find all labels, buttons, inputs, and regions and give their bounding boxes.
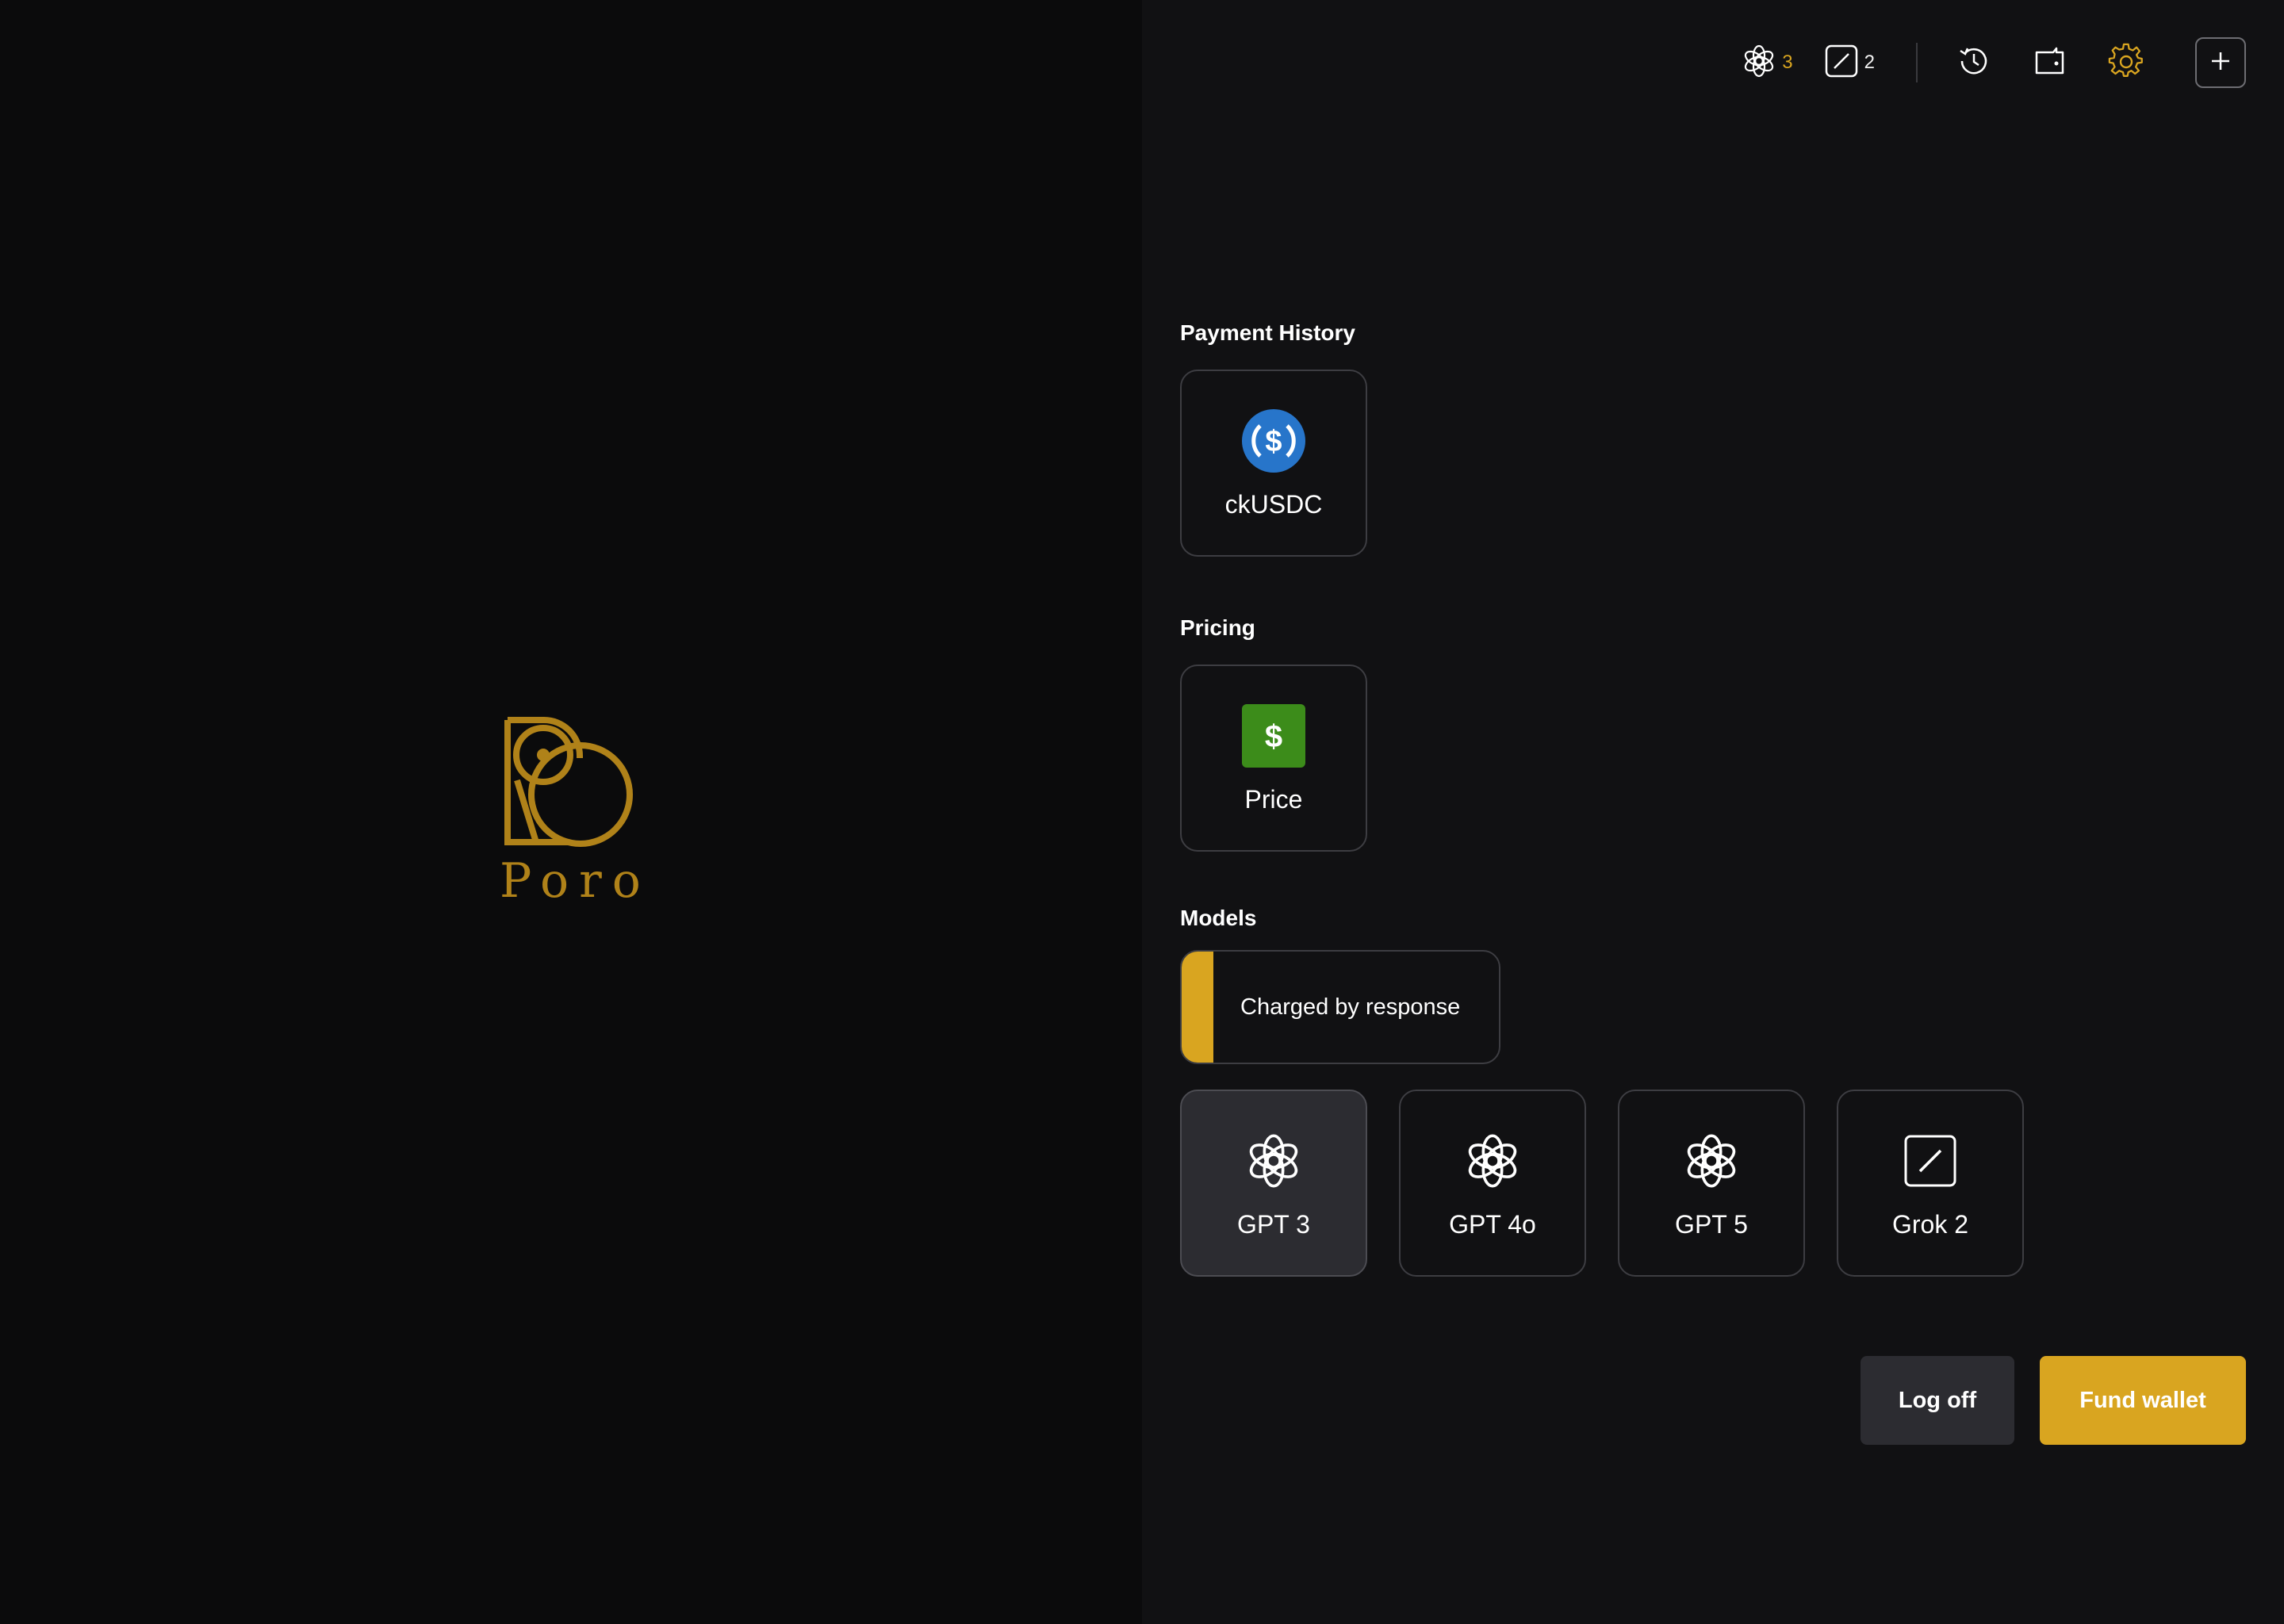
- model-tile-grok-2[interactable]: Grok 2: [1837, 1090, 2024, 1277]
- settings-button[interactable]: [2102, 38, 2151, 87]
- pricing-title: Pricing: [1180, 615, 1255, 640]
- wallet-button[interactable]: [2025, 38, 2075, 87]
- toolbar-divider: [1916, 43, 1918, 82]
- ckusdc-tile[interactable]: $ ckUSDC: [1180, 370, 1367, 557]
- model-label: GPT 3: [1237, 1210, 1310, 1239]
- dollar-icon: $: [1240, 703, 1307, 769]
- payment-history-title: Payment History: [1180, 320, 1355, 345]
- charge-mode-indicator: Charged by response: [1180, 950, 1500, 1064]
- price-label: Price: [1244, 785, 1303, 814]
- grok-icon: [1897, 1128, 1964, 1194]
- model-tile-gpt-5[interactable]: GPT 5: [1618, 1090, 1805, 1277]
- brand-name: Poro: [500, 853, 651, 909]
- gear-icon: [2108, 43, 2144, 83]
- log-off-button[interactable]: Log off: [1861, 1356, 2014, 1445]
- charge-mode-label: Charged by response: [1240, 994, 1461, 1020]
- model-tile-gpt-4o[interactable]: GPT 4o: [1399, 1090, 1586, 1277]
- openai-icon: [1742, 44, 1776, 82]
- svg-text:$: $: [1265, 719, 1282, 754]
- wallet-icon: [2033, 44, 2067, 82]
- models-title: Models: [1180, 906, 1257, 930]
- model-label: GPT 4o: [1449, 1210, 1536, 1239]
- grok-icon: [1825, 44, 1858, 82]
- openai-credit-counter: 3: [1742, 44, 1793, 82]
- grok-credit-counter: 2: [1825, 44, 1875, 82]
- openai-icon: [1240, 1128, 1307, 1194]
- price-tile[interactable]: $ Price: [1180, 665, 1367, 852]
- model-label: Grok 2: [1891, 1210, 1969, 1239]
- charge-mode-accent: [1182, 952, 1213, 1063]
- ckusdc-label: ckUSDC: [1224, 490, 1323, 519]
- history-icon: [1956, 44, 1991, 82]
- history-button[interactable]: [1949, 38, 1998, 87]
- brand-pane: Poro: [0, 0, 1142, 1624]
- svg-text:$: $: [1265, 425, 1282, 458]
- model-label: GPT 5: [1675, 1210, 1748, 1239]
- plus-icon: [2209, 49, 2232, 77]
- openai-credit-count: 3: [1782, 52, 1793, 73]
- new-chat-button[interactable]: [2195, 37, 2246, 88]
- openai-icon: [1459, 1128, 1526, 1194]
- model-tile-gpt-3[interactable]: GPT 3: [1180, 1090, 1367, 1277]
- grok-credit-count: 2: [1864, 52, 1875, 73]
- fund-wallet-button[interactable]: Fund wallet: [2040, 1356, 2246, 1445]
- usdc-icon: $: [1240, 408, 1307, 474]
- top-toolbar: 3 2: [1742, 37, 2246, 88]
- openai-icon: [1678, 1128, 1745, 1194]
